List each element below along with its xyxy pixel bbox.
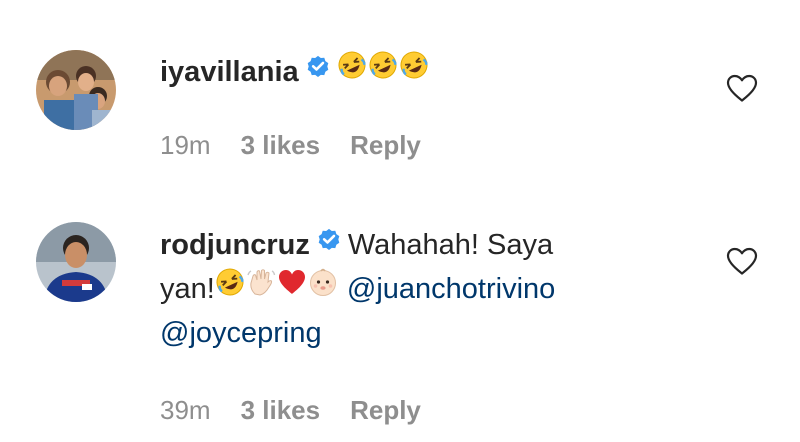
- likes-count-button[interactable]: 3 likes: [241, 130, 321, 161]
- avatar[interactable]: [36, 50, 116, 130]
- verified-badge-icon: [305, 49, 331, 92]
- username[interactable]: iyavillania: [160, 56, 299, 88]
- verified-badge-icon: [316, 222, 342, 265]
- avatar[interactable]: [36, 222, 116, 302]
- comment-timestamp: 19m: [160, 130, 211, 160]
- like-heart-icon[interactable]: [725, 73, 759, 103]
- avatar-photo-icon: [36, 50, 116, 130]
- rolling-on-floor-laughing-icon: [368, 50, 398, 93]
- emoji-group: [215, 266, 339, 310]
- avatar-photo-icon: [36, 222, 116, 302]
- like-heart-icon[interactable]: [725, 246, 759, 276]
- comment-timestamp: 39m: [160, 395, 211, 425]
- rolling-on-floor-laughing-icon: [215, 267, 245, 310]
- emoji-group: [337, 49, 430, 93]
- likes-count-button[interactable]: 3 likes: [241, 395, 321, 426]
- mention-link[interactable]: @juanchotrivino: [347, 273, 555, 305]
- red-heart-icon: [277, 267, 307, 310]
- rolling-on-floor-laughing-icon: [399, 50, 429, 93]
- waving-hand-light-skin-icon: [246, 267, 276, 310]
- baby-light-skin-icon: [308, 267, 338, 310]
- mention-link[interactable]: @joycepring: [160, 317, 322, 349]
- reply-button[interactable]: Reply: [350, 130, 421, 161]
- rolling-on-floor-laughing-icon: [337, 50, 367, 93]
- comment-text-continued: yan!: [160, 272, 215, 305]
- reply-button[interactable]: Reply: [350, 395, 421, 426]
- username[interactable]: rodjuncruz: [160, 229, 310, 261]
- comment-text: Wahahah! Saya: [347, 229, 554, 261]
